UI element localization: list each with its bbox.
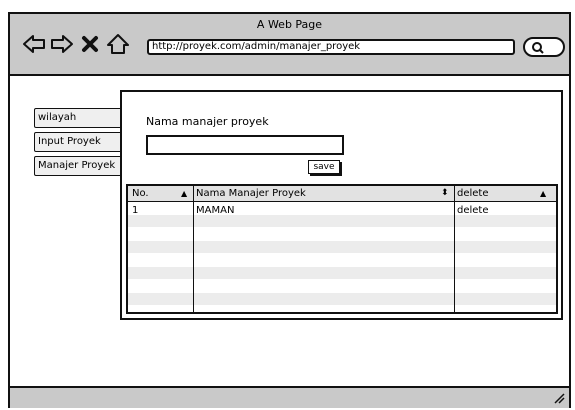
column-divider — [454, 186, 455, 312]
home-icon[interactable] — [106, 32, 130, 56]
table-cell-no: 1 — [132, 205, 139, 216]
sidebar-item-manajer-proyek[interactable]: Manajer Proyek — [34, 156, 130, 176]
sort-up-icon[interactable]: ▲ — [540, 186, 546, 201]
close-icon[interactable] — [80, 32, 100, 56]
save-button[interactable]: save — [308, 160, 340, 174]
browser-window: A Web Page http://proyek.com/admin/manaj… — [8, 12, 571, 408]
back-arrow-icon[interactable] — [22, 32, 46, 56]
sort-up-icon[interactable]: ▲ — [181, 186, 187, 201]
column-header-no[interactable]: No. — [132, 186, 149, 201]
delete-link[interactable]: delete — [457, 203, 489, 218]
column-header-delete[interactable]: delete — [457, 186, 489, 201]
browser-toolbar: A Web Page http://proyek.com/admin/manaj… — [10, 14, 569, 76]
sidebar-item-input-proyek[interactable]: Input Proyek — [34, 132, 130, 152]
manajer-table: No. ▲ Nama Manajer Proyek ⬍ delete ▲ 1 M… — [126, 184, 558, 314]
nama-manajer-input[interactable] — [146, 135, 344, 155]
sidebar-item-wilayah[interactable]: wilayah — [34, 108, 130, 128]
window-title: A Web Page — [256, 18, 323, 31]
sort-both-icon[interactable]: ⬍ — [441, 186, 449, 201]
column-header-nama[interactable]: Nama Manajer Proyek — [196, 186, 306, 201]
forward-arrow-icon[interactable] — [50, 32, 74, 56]
resize-grip-icon[interactable] — [553, 392, 565, 404]
content-panel: Nama manajer proyek save No. ▲ Nama Mana… — [120, 90, 563, 320]
nama-manajer-label: Nama manajer proyek — [146, 115, 269, 128]
search-icon — [532, 42, 544, 54]
url-bar[interactable]: http://proyek.com/admin/manajer_proyek — [147, 39, 515, 55]
table-cell-nama: MAMAN — [196, 205, 235, 216]
status-bar — [10, 386, 569, 408]
browser-search-box[interactable] — [523, 37, 565, 57]
column-divider — [193, 186, 194, 312]
